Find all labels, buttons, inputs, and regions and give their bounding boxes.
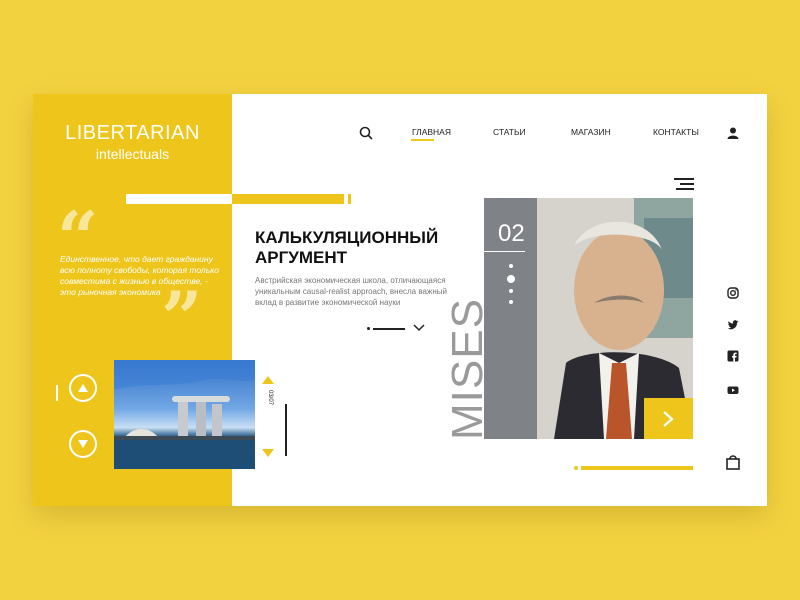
decorative-bar-white — [126, 194, 232, 204]
next-slide-button[interactable] — [644, 398, 693, 439]
quote-close-icon: ” — [161, 275, 203, 360]
decorative-bar-yellow — [232, 194, 344, 204]
twitter-icon[interactable] — [727, 319, 739, 331]
gallery-progress-bar — [285, 404, 287, 456]
slide-dot[interactable] — [509, 264, 513, 268]
scroll-up-button[interactable] — [69, 374, 97, 402]
nav-contacts[interactable]: КОНТАКТЫ — [653, 127, 699, 137]
shopping-bag-icon[interactable] — [725, 454, 741, 470]
nav-home[interactable]: ГЛАВНАЯ — [412, 127, 451, 137]
slide-dot[interactable] — [509, 300, 513, 304]
chevron-right-icon — [663, 411, 674, 427]
gallery-next-icon[interactable] — [262, 449, 274, 457]
logo-title[interactable]: LIBERTARIAN — [33, 122, 232, 145]
nav-shop[interactable]: МАГАЗИН — [571, 127, 611, 137]
scroll-down-button[interactable] — [69, 430, 97, 458]
slide-dot[interactable] — [509, 289, 513, 293]
vertical-name-label: MISES — [443, 298, 492, 440]
article-heading: КАЛЬКУЛЯЦИОННЫЙ АРГУМЕНТ — [255, 228, 439, 267]
decorative-line — [581, 466, 693, 470]
menu-icon[interactable] — [674, 178, 694, 190]
slide-number-underline — [484, 251, 525, 252]
nav-articles[interactable]: СТАТЬИ — [493, 127, 526, 137]
city-photo — [114, 360, 255, 469]
nav-active-underline — [411, 139, 434, 141]
arrow-down-icon — [78, 440, 88, 448]
main-card: LIBERTARIAN intellectuals “ Единственное… — [33, 94, 767, 506]
slide-dot-active[interactable] — [507, 275, 515, 283]
gallery-counter: 03/07 — [267, 390, 273, 406]
article-description: Австрийская экономическая школа, отличаю… — [255, 276, 447, 307]
decorative-vertical-line — [56, 385, 58, 401]
decorative-dot — [574, 466, 578, 470]
progress-dot — [367, 327, 370, 330]
progress-line — [373, 328, 405, 330]
user-icon[interactable] — [727, 127, 739, 139]
slide-number: 02 — [498, 220, 525, 247]
logo-subtitle[interactable]: intellectuals — [33, 146, 232, 162]
facebook-icon[interactable] — [727, 350, 739, 362]
chevron-down-icon[interactable] — [413, 324, 425, 332]
decorative-bar-tick — [348, 194, 351, 204]
youtube-icon[interactable] — [727, 384, 739, 396]
search-icon[interactable] — [359, 126, 373, 140]
gallery-prev-icon[interactable] — [262, 376, 274, 384]
portrait-image: 02 — [484, 198, 693, 439]
instagram-icon[interactable] — [727, 287, 739, 299]
arrow-up-icon — [78, 384, 88, 392]
